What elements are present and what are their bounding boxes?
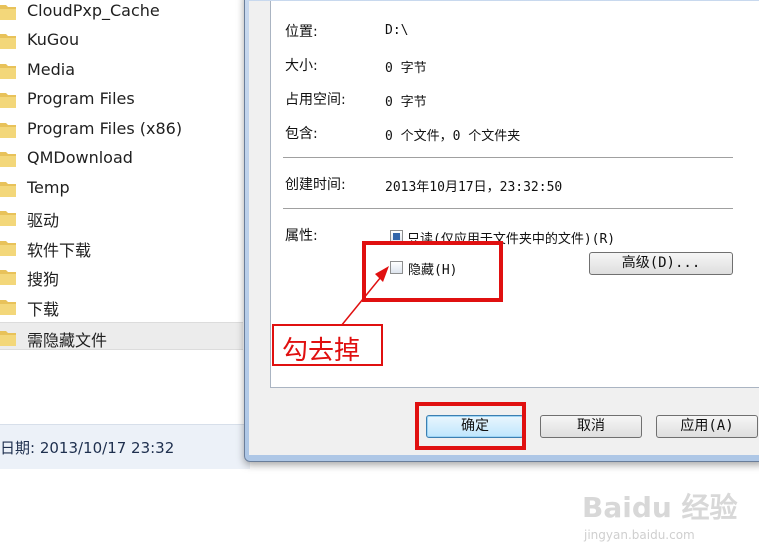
contains-label: 包含: bbox=[285, 126, 318, 142]
folder-item[interactable]: 下载 bbox=[0, 292, 243, 320]
folder-icon bbox=[0, 211, 16, 226]
folder-icon bbox=[0, 5, 16, 20]
folder-item[interactable]: Temp bbox=[0, 174, 243, 202]
watermark-logo-text: Baidu 经验 bbox=[582, 491, 738, 524]
folder-item[interactable]: 驱动 bbox=[0, 203, 243, 231]
annotation-text: 勾去掉 bbox=[282, 336, 361, 366]
annotation-arrow-icon bbox=[340, 266, 389, 327]
location-label: 位置: bbox=[285, 24, 318, 40]
size-on-disk-value: 0 字节 bbox=[385, 95, 427, 110]
folder-label: 需隐藏文件 bbox=[27, 331, 108, 350]
attributes-label: 属性: bbox=[285, 228, 318, 244]
folder-icon bbox=[0, 331, 16, 346]
watermark-url: jingyan.baidu.com bbox=[584, 528, 695, 542]
baidu-jingyan-watermark: Baidu 经验 jingyan.baidu.com bbox=[582, 486, 752, 548]
status-bar: 日期: 2013/10/17 23:32 bbox=[0, 424, 250, 469]
created-label: 创建时间: bbox=[285, 177, 346, 193]
folder-icon bbox=[0, 34, 16, 49]
folder-icon bbox=[0, 300, 16, 315]
folder-item[interactable]: 搜狗 bbox=[0, 262, 243, 290]
explorer-pane: CloudPxp_Cache KuGou Media Program Files… bbox=[0, 0, 250, 478]
folder-icon bbox=[0, 182, 16, 197]
size-label: 大小: bbox=[285, 58, 318, 74]
folder-label: QMDownload bbox=[27, 148, 133, 167]
folder-label: 软件下载 bbox=[27, 241, 92, 260]
advanced-button[interactable]: 高级(D)... bbox=[589, 252, 733, 275]
folder-item[interactable]: CloudPxp_Cache bbox=[0, 0, 243, 25]
folder-label: 下载 bbox=[27, 300, 60, 319]
folder-icon bbox=[0, 64, 16, 79]
status-date-text: 日期: 2013/10/17 23:32 bbox=[0, 439, 175, 457]
folder-icon bbox=[0, 270, 16, 285]
contains-value: 0 个文件，0 个文件夹 bbox=[385, 129, 521, 144]
folder-label: Temp bbox=[27, 178, 70, 197]
apply-button[interactable]: 应用(A) bbox=[656, 415, 758, 438]
divider bbox=[283, 157, 733, 158]
created-value: 2013年10月17日，23:32:50 bbox=[385, 180, 563, 195]
folder-icon bbox=[0, 123, 16, 138]
folder-item[interactable]: KuGou bbox=[0, 26, 243, 54]
folder-icon bbox=[0, 152, 16, 167]
folder-item-selected[interactable]: 需隐藏文件 bbox=[0, 322, 243, 350]
folder-item[interactable]: QMDownload bbox=[0, 144, 243, 172]
folder-icon bbox=[0, 241, 16, 256]
location-value: D:\ bbox=[385, 23, 409, 38]
folder-label: CloudPxp_Cache bbox=[27, 1, 160, 20]
folder-item[interactable]: 软件下载 bbox=[0, 233, 243, 261]
divider bbox=[283, 208, 733, 209]
folder-item[interactable]: Program Files bbox=[0, 85, 243, 113]
folder-item[interactable]: Media bbox=[0, 56, 243, 84]
highlight-box-ok bbox=[415, 402, 526, 450]
folder-label: Program Files bbox=[27, 89, 135, 108]
annotation-label: 勾去掉 bbox=[272, 324, 383, 366]
cancel-button[interactable]: 取消 bbox=[540, 415, 642, 438]
size-on-disk-label: 占用空间: bbox=[285, 92, 346, 108]
folder-label: Media bbox=[27, 60, 76, 79]
folder-label: 驱动 bbox=[27, 211, 60, 230]
folder-label: KuGou bbox=[27, 30, 80, 49]
dialog-client-area: 位置: D:\ 大小: 0 字节 占用空间: 0 字节 包含: 0 个文件，0 … bbox=[249, 1, 759, 455]
properties-dialog: 位置: D:\ 大小: 0 字节 占用空间: 0 字节 包含: 0 个文件，0 … bbox=[244, 0, 759, 462]
folder-label: 搜狗 bbox=[27, 270, 60, 289]
folder-label: Program Files (x86) bbox=[27, 119, 183, 138]
folder-item[interactable]: Program Files (x86) bbox=[0, 115, 243, 143]
folder-icon bbox=[0, 93, 16, 108]
size-value: 0 字节 bbox=[385, 61, 427, 76]
